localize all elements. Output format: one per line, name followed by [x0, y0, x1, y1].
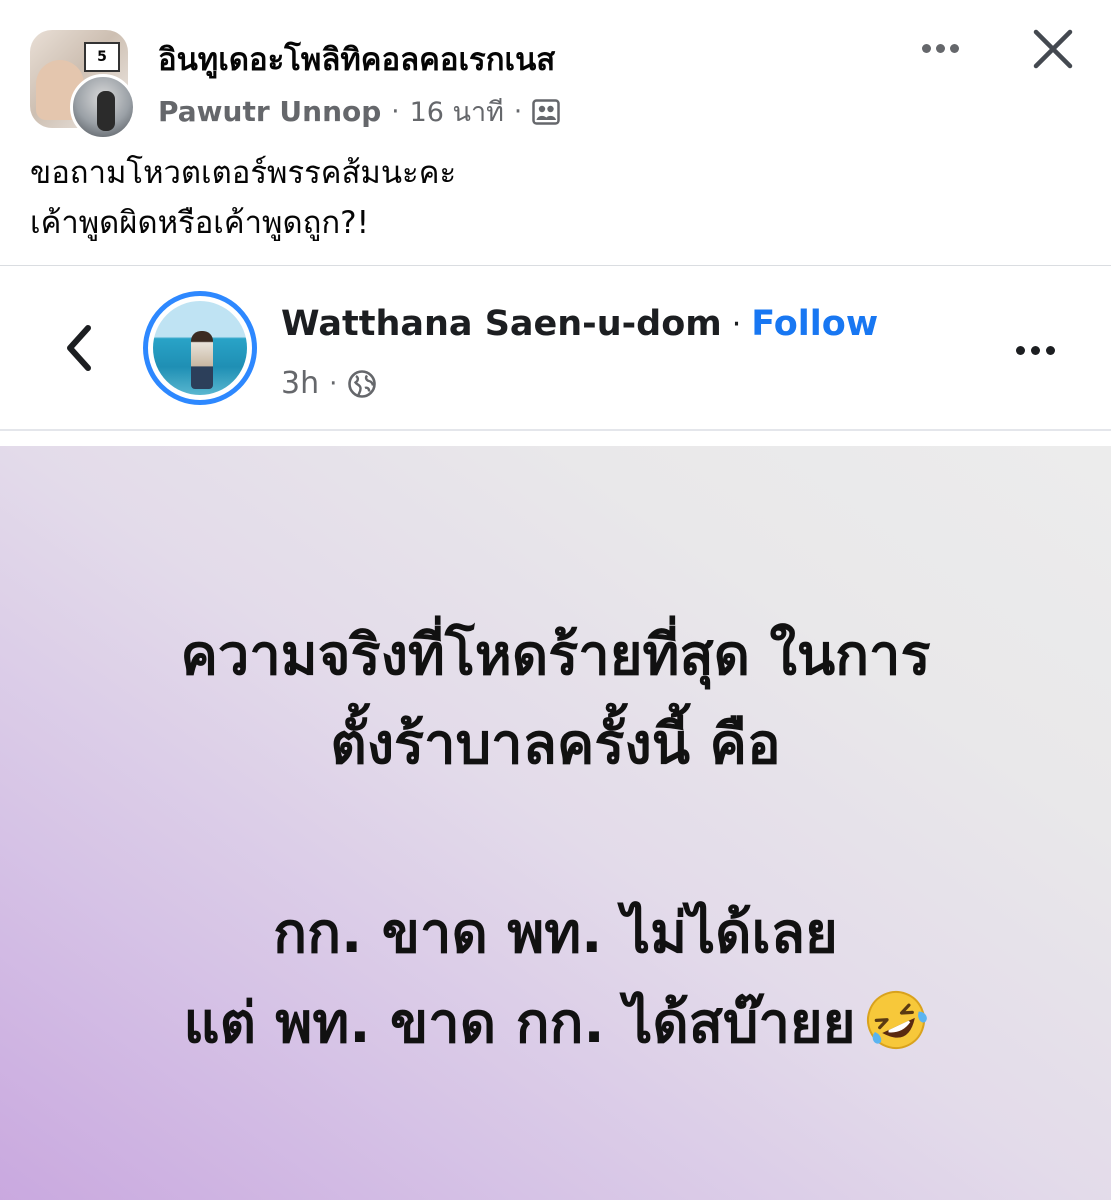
- avatar-stack[interactable]: 5: [30, 30, 138, 140]
- close-button[interactable]: [1030, 26, 1076, 72]
- caption-line: เค้าพูดผิดหรือเค้าพูดถูก?!: [30, 205, 370, 241]
- meta-separator: ·: [391, 96, 400, 127]
- status-line: แต่ พท. ขาด กก. ได้สบ๊ายย: [183, 991, 856, 1056]
- follow-button[interactable]: Follow: [751, 304, 878, 344]
- avatar-photo: [153, 301, 247, 395]
- embedded-post-header: Watthana Saen-u-dom · Follow 3h ·: [0, 266, 1111, 431]
- post-caption: ขอถามโหวตเตอร์พรรคส้มนะคะ เค้าพูดผิดหรือ…: [30, 148, 1080, 248]
- status-line: ความจริงที่โหดร้ายที่สุด ในการ: [180, 623, 931, 688]
- close-icon: [1033, 29, 1073, 69]
- post-time[interactable]: 16 นาที: [410, 90, 504, 133]
- avatar-person: [191, 331, 213, 389]
- post-header: 5 อินทูเดอะโพลิทิคอลคอเรกเนส Pawutr Unno…: [0, 0, 1111, 262]
- embedded-name-row: Watthana Saen-u-dom · Follow: [281, 304, 878, 344]
- embedded-post-screenshot[interactable]: Watthana Saen-u-dom · Follow 3h · ความจร…: [0, 265, 1111, 1200]
- more-horizontal-icon: [1016, 345, 1025, 355]
- status-line-with-emoji: แต่ พท. ขาด กก. ได้สบ๊ายย: [0, 982, 1111, 1066]
- chevron-left-icon: [67, 325, 91, 371]
- back-button[interactable]: [58, 318, 98, 378]
- more-horizontal-icon: [921, 43, 931, 53]
- status-line: ตั้งร้าบาลครั้งนี้ คือ: [330, 712, 781, 777]
- post-meta: Pawutr Unnop · 16 นาที ·: [158, 90, 560, 133]
- globe-icon: [347, 369, 377, 399]
- name-separator: ·: [731, 306, 742, 342]
- embedded-author-name[interactable]: Watthana Saen-u-dom: [281, 304, 722, 344]
- group-name[interactable]: อินทูเดอะโพลิทิคอลคอเรกเนส: [158, 34, 555, 84]
- user-avatar-figure: [97, 91, 115, 131]
- embedded-more-button[interactable]: [1016, 338, 1068, 362]
- meta-separator: ·: [329, 368, 338, 399]
- group-avatar-tag: 5: [84, 42, 120, 72]
- caption-line: ขอถามโหวตเตอร์พรรคส้มนะคะ: [30, 155, 457, 191]
- meta-separator: ·: [513, 96, 523, 127]
- author-name[interactable]: Pawutr Unnop: [158, 95, 381, 128]
- status-line: กก. ขาด พท. ไม่ได้เลย: [273, 901, 838, 966]
- more-options-button[interactable]: [916, 28, 964, 68]
- status-background-card: ความจริงที่โหดร้ายที่สุด ในการ ตั้งร้าบา…: [0, 446, 1111, 1200]
- group-audience-icon: [532, 98, 560, 125]
- embedded-post-time[interactable]: 3h: [281, 366, 319, 401]
- rolling-on-floor-laughing-icon: [864, 988, 928, 1052]
- user-avatar[interactable]: [70, 74, 136, 140]
- embedded-author-avatar[interactable]: [143, 291, 257, 405]
- embedded-meta: 3h ·: [281, 366, 377, 401]
